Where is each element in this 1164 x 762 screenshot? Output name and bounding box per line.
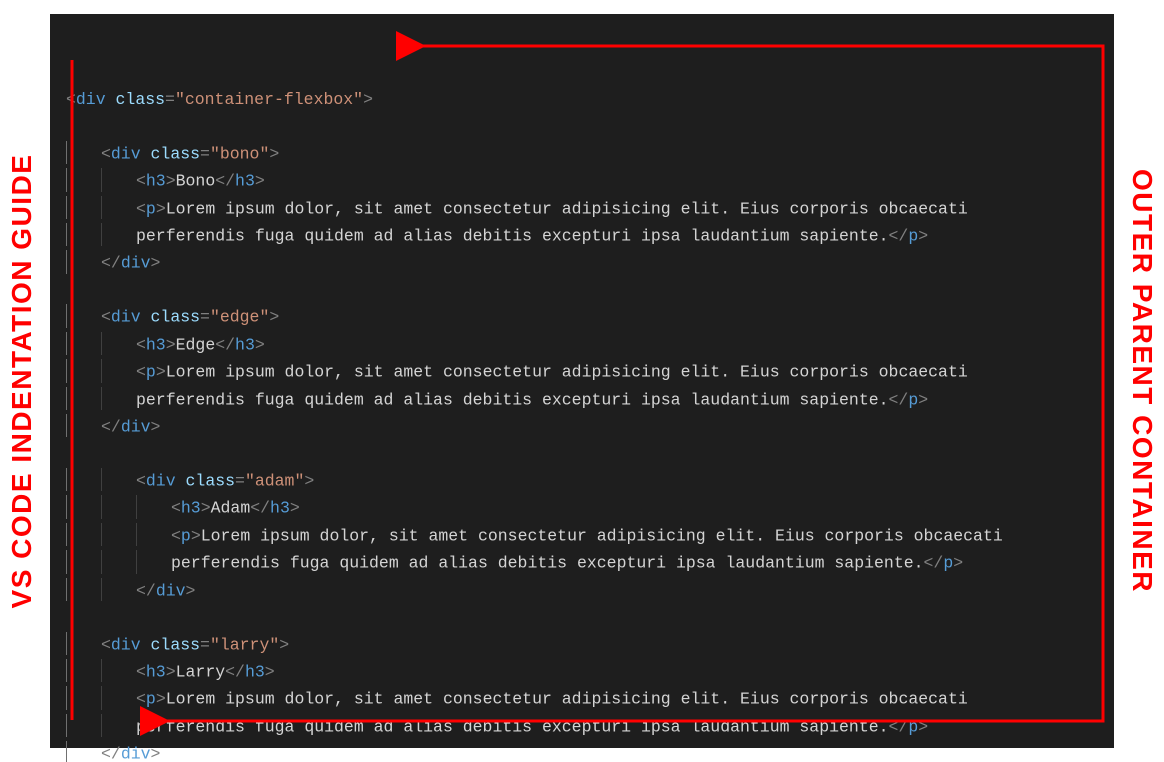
lorem-part2: perferendis fuga quidem ad alias debitis…: [136, 227, 889, 246]
right-annotation-label: OUTER PARENT CONTAINER: [1126, 169, 1158, 593]
heading-text: Edge: [176, 336, 216, 355]
code-line-h3: <h3>Larry</h3>: [66, 659, 1094, 686]
code-line-open-block: <div class="edge">: [66, 304, 1094, 331]
code-line-p-open: <p>Lorem ipsum dolor, sit amet consectet…: [66, 523, 1094, 550]
code-line-p-wrap: perferendis fuga quidem ad alias debitis…: [66, 223, 1094, 250]
block-class-value: "bono": [210, 145, 269, 164]
lorem-part1: Lorem ipsum dolor, sit amet consectetur …: [201, 526, 1003, 545]
code-line-p-open: <p>Lorem ipsum dolor, sit amet consectet…: [66, 359, 1094, 386]
code-body: <div class="container-flexbox"> <div clas…: [66, 87, 1094, 762]
attr-class: class: [116, 90, 166, 109]
lorem-part1: Lorem ipsum dolor, sit amet consectetur …: [166, 199, 968, 218]
figure-root: VS CODE INDENTATION GUIDE OUTER PARENT C…: [0, 0, 1164, 762]
left-annotation-label: VS CODE INDENTATION GUIDE: [6, 154, 38, 609]
code-line-p-wrap: perferendis fuga quidem ad alias debitis…: [66, 714, 1094, 741]
heading-text: Bono: [176, 172, 216, 191]
lorem-part2: perferendis fuga quidem ad alias debitis…: [171, 554, 924, 573]
heading-text: Adam: [211, 499, 251, 518]
code-line-close-block: </div>: [66, 741, 1094, 762]
lorem-part2: perferendis fuga quidem ad alias debitis…: [136, 390, 889, 409]
code-line-close-block: </div>: [66, 250, 1094, 277]
code-line-h3: <h3>Adam</h3>: [66, 495, 1094, 522]
code-line-close-block: </div>: [66, 414, 1094, 441]
code-line-p-wrap: perferendis fuga quidem ad alias debitis…: [66, 550, 1094, 577]
code-line-open-block: <div class="larry">: [66, 632, 1094, 659]
block-class-value: "larry": [210, 635, 279, 654]
code-line-p-open: <p>Lorem ipsum dolor, sit amet consectet…: [66, 686, 1094, 713]
block-class-value: "edge": [210, 308, 269, 327]
block-class-value: "adam": [245, 472, 304, 491]
code-line-close-block: </div>: [66, 578, 1094, 605]
code-line-open-block: <div class="bono">: [66, 141, 1094, 168]
code-line-p-open: <p>Lorem ipsum dolor, sit amet consectet…: [66, 196, 1094, 223]
code-line-h3: <h3>Bono</h3>: [66, 168, 1094, 195]
code-line-open-block: <div class="adam">: [66, 468, 1094, 495]
tag-div: div: [76, 90, 106, 109]
lorem-part1: Lorem ipsum dolor, sit amet consectetur …: [166, 690, 968, 709]
lorem-part1: Lorem ipsum dolor, sit amet consectetur …: [166, 363, 968, 382]
code-line-p-wrap: perferendis fuga quidem ad alias debitis…: [66, 387, 1094, 414]
container-class-value: "container-flexbox": [175, 90, 363, 109]
lorem-part2: perferendis fuga quidem ad alias debitis…: [136, 717, 889, 736]
code-line-open-container: <div class="container-flexbox">: [66, 87, 1094, 114]
code-editor: <div class="container-flexbox"> <div clas…: [50, 14, 1114, 748]
code-line-h3: <h3>Edge</h3>: [66, 332, 1094, 359]
heading-text: Larry: [176, 663, 226, 682]
